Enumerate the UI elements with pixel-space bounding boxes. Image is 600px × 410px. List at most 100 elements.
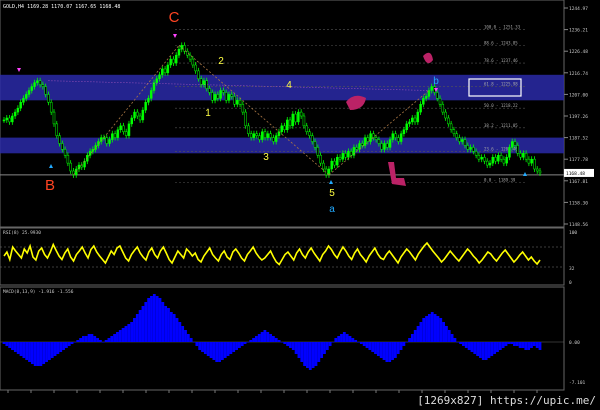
macd-bar (479, 342, 482, 358)
macd-bar (96, 338, 99, 342)
macd-bar (147, 298, 151, 342)
candle-body (208, 88, 211, 93)
macd-bar (45, 342, 48, 362)
macd-bar (306, 342, 309, 368)
candle-body (485, 160, 489, 166)
macd-bar (206, 342, 210, 356)
candle-body (5, 117, 9, 121)
macd-bar (158, 298, 162, 342)
macd-bar (467, 342, 471, 350)
candle-body (394, 133, 397, 138)
macd-bar (337, 336, 341, 342)
candle-body (363, 137, 367, 146)
macd-bar (476, 342, 480, 356)
candle-body (269, 133, 272, 138)
fib-label-1: 88.6 - 1243.85 (484, 40, 518, 45)
macd-bar (283, 342, 287, 344)
candle-body (519, 153, 522, 158)
candle-body (435, 92, 439, 99)
macd-bar (130, 322, 134, 342)
candle-body (491, 156, 495, 164)
candle-body (152, 82, 156, 91)
candle-body (516, 145, 520, 154)
macd-bar (249, 340, 253, 342)
candle-body (30, 86, 34, 91)
macd-bar (289, 342, 292, 348)
macd-bar (427, 314, 431, 342)
macd-bar (507, 342, 511, 344)
macd-bar (368, 342, 372, 350)
candle-body (163, 68, 167, 74)
macd-bar (25, 342, 29, 360)
macd-bar (240, 342, 244, 346)
macd-bar (226, 342, 230, 356)
candle-body (161, 68, 164, 76)
macd-bar (237, 342, 241, 348)
price-tick-label: 1158.30 (569, 200, 588, 206)
macd-bar (515, 342, 519, 346)
macd-bar (286, 342, 289, 346)
macd-bar (16, 342, 20, 354)
candle-body (47, 94, 50, 103)
candle-body (252, 133, 256, 138)
macd-bar (107, 338, 111, 342)
macd-bar (277, 340, 281, 342)
macd-bar (325, 342, 329, 350)
macd-bar (413, 330, 417, 342)
candle-body (130, 117, 134, 125)
macd-bar (490, 342, 494, 356)
macd-bar (496, 342, 499, 352)
macd-bar (39, 342, 43, 366)
macd-bar (101, 342, 105, 343)
macd-bar (340, 334, 343, 342)
candle-body (524, 153, 528, 160)
candle-body (338, 156, 342, 160)
macd-bar (328, 342, 332, 346)
macd-bar (357, 342, 360, 343)
candle-body (111, 133, 114, 140)
candle-body (386, 143, 389, 148)
candle-body (38, 80, 42, 85)
candle-body (538, 170, 542, 174)
candle-body (341, 153, 345, 160)
candle-body (44, 86, 47, 95)
candle-body (147, 98, 150, 103)
candle-body (313, 141, 317, 148)
macd-bar (212, 342, 216, 360)
candle-body (49, 102, 53, 113)
candle-body (124, 131, 128, 136)
candle-body (249, 133, 253, 138)
macd-bar (53, 342, 57, 356)
price-tick-label: 1167.81 (569, 179, 588, 185)
price-tick-label: 1207.00 (569, 92, 588, 98)
fib-label-5: 38.2 - 1211.05 (484, 123, 518, 128)
fib-label-0: 100.0 - 1251.33 (484, 25, 521, 30)
candle-body (422, 98, 425, 105)
macd-bar (453, 338, 457, 342)
candle-body (527, 158, 531, 164)
macd-bar (2, 342, 6, 344)
candle-body (469, 147, 472, 150)
macd-bar (198, 342, 202, 350)
macd-bar (294, 342, 298, 354)
candle-body (169, 58, 172, 66)
fib-label-3: 61.8 - 1225.98 (484, 82, 518, 87)
macd-bar (181, 326, 185, 342)
candle-body (263, 131, 267, 138)
candle-body (308, 131, 311, 136)
macd-bar (484, 342, 488, 360)
macd-bar (493, 342, 497, 354)
candle-body (374, 137, 378, 140)
candle-body (133, 111, 136, 119)
candle-body (419, 103, 422, 113)
macd-bar (391, 342, 394, 360)
candle-body (466, 145, 470, 150)
macd-bar (8, 342, 12, 348)
candle-body (311, 135, 314, 142)
macd-bar (410, 334, 414, 342)
wave-label-b: b (433, 76, 439, 87)
candle-body (27, 90, 31, 95)
macd-bar (116, 332, 119, 342)
macd-bar (376, 342, 380, 356)
macd-bar (456, 342, 460, 343)
